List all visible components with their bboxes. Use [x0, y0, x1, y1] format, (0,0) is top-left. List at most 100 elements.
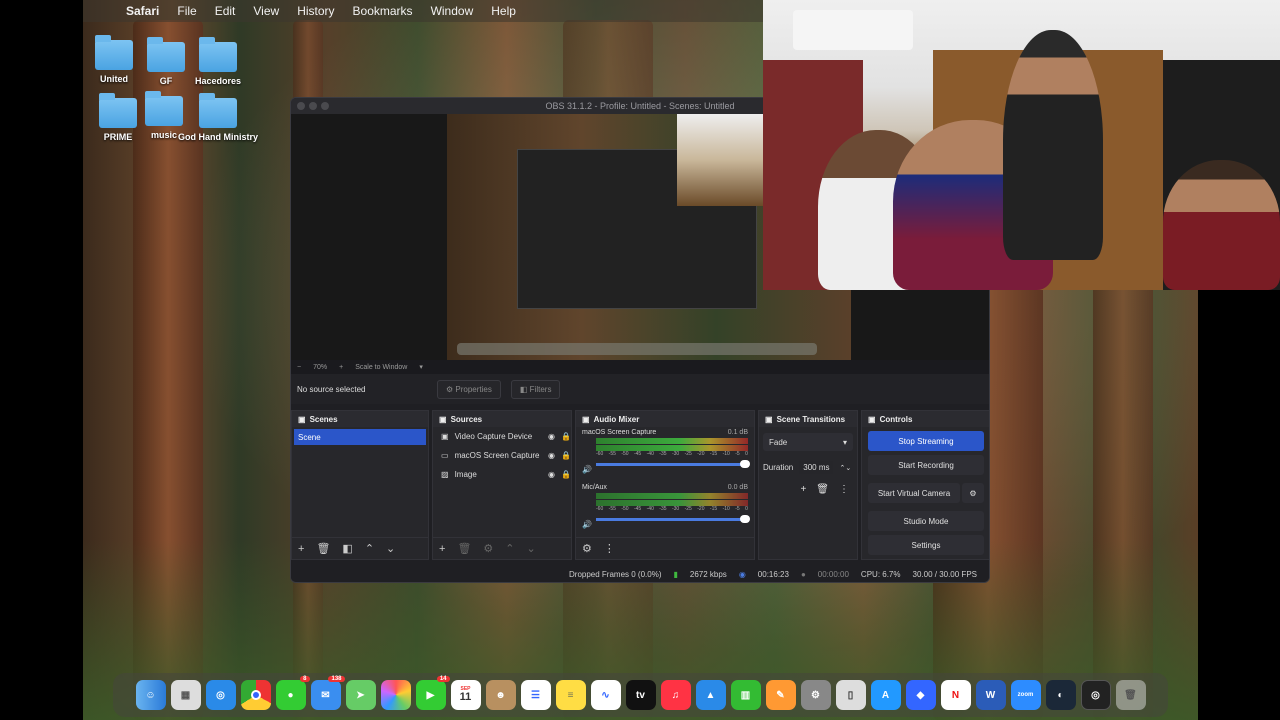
- desktop-folder-god-hand-ministry[interactable]: God Hand Ministry: [178, 93, 258, 142]
- freeform-icon[interactable]: ∿: [590, 680, 621, 710]
- controls-header: ▣ Controls: [862, 411, 989, 427]
- menu-app-name[interactable]: Safari: [117, 4, 168, 18]
- fps: 30.00 / 30.00 FPS: [912, 569, 978, 579]
- calendar-icon[interactable]: SEP 11: [450, 680, 481, 710]
- track-name: Mic/Aux: [582, 484, 607, 491]
- netflix-icon[interactable]: N: [940, 680, 971, 710]
- zoom-in-icon[interactable]: +: [339, 364, 343, 371]
- menu-view[interactable]: View: [244, 4, 288, 18]
- obs-icon[interactable]: ◎: [1080, 680, 1111, 710]
- menu-window[interactable]: Window: [422, 4, 483, 18]
- facetime-icon[interactable]: ▶ 14: [415, 676, 450, 710]
- source-item-screen-capture[interactable]: ▭ macOS Screen Capture ◉ 🔒: [433, 446, 571, 465]
- track-db: 0.1 dB: [727, 429, 748, 436]
- trash-icon[interactable]: 🗑: [1115, 680, 1146, 710]
- messages-icon[interactable]: ● 8: [275, 676, 310, 710]
- menu-history[interactable]: History: [288, 4, 343, 18]
- stop-streaming-button[interactable]: Stop Streaming: [868, 431, 984, 451]
- lock-icon[interactable]: 🔒: [561, 470, 571, 479]
- studio-mode-button[interactable]: Studio Mode: [868, 511, 984, 531]
- source-settings-icon[interactable]: ⚙: [483, 542, 493, 555]
- speaker-icon[interactable]: 🔊: [582, 465, 592, 474]
- dock-icon: ▣: [582, 414, 590, 424]
- launchpad-icon[interactable]: ▦: [170, 680, 201, 710]
- menu-edit[interactable]: Edit: [206, 4, 245, 18]
- lock-icon[interactable]: 🔒: [561, 451, 571, 460]
- move-down-icon[interactable]: ⌄: [386, 542, 395, 555]
- advanced-audio-icon[interactable]: ⚙: [582, 542, 592, 555]
- app-store-icon[interactable]: A: [870, 680, 901, 710]
- more-options-icon[interactable]: ⋮: [839, 484, 849, 495]
- close-window-icon[interactable]: [297, 102, 305, 110]
- numbers-icon[interactable]: ▥: [730, 680, 761, 710]
- finder-icon[interactable]: ☺: [135, 680, 166, 710]
- remove-transition-icon[interactable]: 🗑: [816, 484, 829, 495]
- move-up-icon[interactable]: ⌃: [505, 542, 514, 555]
- safari-icon[interactable]: ◎: [205, 680, 236, 710]
- menu-help[interactable]: Help: [482, 4, 525, 18]
- zoom-icon[interactable]: zoom: [1010, 680, 1041, 710]
- lock-icon[interactable]: 🔒: [561, 432, 571, 441]
- remove-source-icon[interactable]: 🗑: [457, 542, 471, 555]
- filters-button[interactable]: ◧ Filters: [510, 379, 561, 399]
- start-recording-button[interactable]: Start Recording: [868, 455, 984, 475]
- add-transition-icon[interactable]: +: [800, 484, 806, 495]
- mail-icon[interactable]: ✉ 138: [310, 676, 345, 710]
- steam-icon[interactable]: ◐: [1045, 680, 1076, 710]
- keynote-icon[interactable]: ▲: [695, 680, 726, 710]
- word-icon[interactable]: W: [975, 680, 1006, 710]
- macos-dock: ☺ ▦ ◎ ● 8 ✉ 138 ➤ ▶ 14 SEP 11 ☻ ☰ ≡ ∿ tv ♫ …: [113, 673, 1168, 717]
- move-up-icon[interactable]: ⌃: [365, 542, 374, 555]
- music-icon[interactable]: ♫: [660, 680, 691, 710]
- volume-slider[interactable]: [596, 515, 750, 523]
- visibility-eye-icon[interactable]: ◉: [548, 470, 555, 479]
- stream-time: 00:16:23: [757, 569, 789, 579]
- speaker-icon[interactable]: 🔊: [582, 520, 592, 529]
- chevron-down-icon[interactable]: ▾: [419, 363, 423, 371]
- photos-icon[interactable]: [380, 680, 411, 710]
- minimize-window-icon[interactable]: [309, 102, 317, 110]
- scene-list-item[interactable]: Scene: [294, 429, 426, 445]
- source-item-image[interactable]: ▨ Image ◉ 🔒: [433, 465, 571, 484]
- track-db: 0.0 dB: [727, 484, 748, 491]
- stepper-icon[interactable]: ⌃⌄: [839, 464, 851, 472]
- volume-slider[interactable]: [596, 460, 750, 468]
- start-virtual-camera-button[interactable]: Start Virtual Camera: [868, 483, 960, 503]
- properties-button[interactable]: ⚙ Properties: [437, 379, 501, 399]
- dock-icon: ▣: [439, 414, 447, 424]
- iphone-mirroring-icon[interactable]: ▯: [835, 680, 866, 710]
- pages-icon[interactable]: ✎: [765, 680, 796, 710]
- transition-select[interactable]: Fade ▾: [763, 433, 853, 451]
- messages-badge: 8: [300, 676, 310, 682]
- scene-filters-icon[interactable]: ◧: [342, 542, 352, 555]
- remove-scene-icon[interactable]: 🗑: [316, 542, 330, 555]
- visibility-eye-icon[interactable]: ◉: [548, 451, 555, 460]
- mixer-track-screen-capture: macOS Screen Capture 0.1 dB -60 -55 -50 -45…: [576, 427, 754, 474]
- virtual-camera-settings-icon[interactable]: ⚙: [962, 483, 984, 503]
- zoom-out-icon[interactable]: −: [297, 364, 301, 371]
- notes-icon[interactable]: ≡: [555, 680, 586, 710]
- apple-tv-icon[interactable]: tv: [625, 680, 656, 710]
- menu-bookmarks[interactable]: Bookmarks: [344, 4, 422, 18]
- contacts-icon[interactable]: ☻: [485, 680, 516, 710]
- add-source-icon[interactable]: +: [439, 543, 445, 555]
- reminders-icon[interactable]: ☰: [520, 680, 551, 710]
- menu-file[interactable]: File: [168, 4, 205, 18]
- menu-bar: Safari File Edit View History Bookmarks …: [83, 0, 763, 22]
- settings-button[interactable]: Settings: [868, 535, 984, 555]
- chrome-icon[interactable]: [240, 680, 271, 710]
- visibility-eye-icon[interactable]: ◉: [548, 432, 555, 441]
- add-scene-icon[interactable]: +: [298, 543, 304, 555]
- more-options-icon[interactable]: ⋮: [604, 542, 615, 555]
- scale-mode-select[interactable]: Scale to Window: [355, 364, 407, 371]
- window-title: OBS 31.1.2 - Profile: Untitled - Scenes:…: [545, 101, 735, 111]
- maps-icon[interactable]: ➤: [345, 680, 376, 710]
- source-item-video-capture[interactable]: ▣ Video Capture Device ◉ 🔒: [433, 427, 571, 446]
- move-down-icon[interactable]: ⌄: [527, 542, 536, 555]
- sources-header: ▣ Sources: [433, 411, 571, 427]
- preview-icon[interactable]: ◆: [905, 680, 936, 710]
- duration-input[interactable]: 300 ms: [799, 461, 834, 474]
- desktop-folder-hacedores[interactable]: Hacedores: [178, 37, 258, 86]
- system-settings-icon[interactable]: ⚙: [800, 680, 831, 710]
- zoom-window-icon[interactable]: [321, 102, 329, 110]
